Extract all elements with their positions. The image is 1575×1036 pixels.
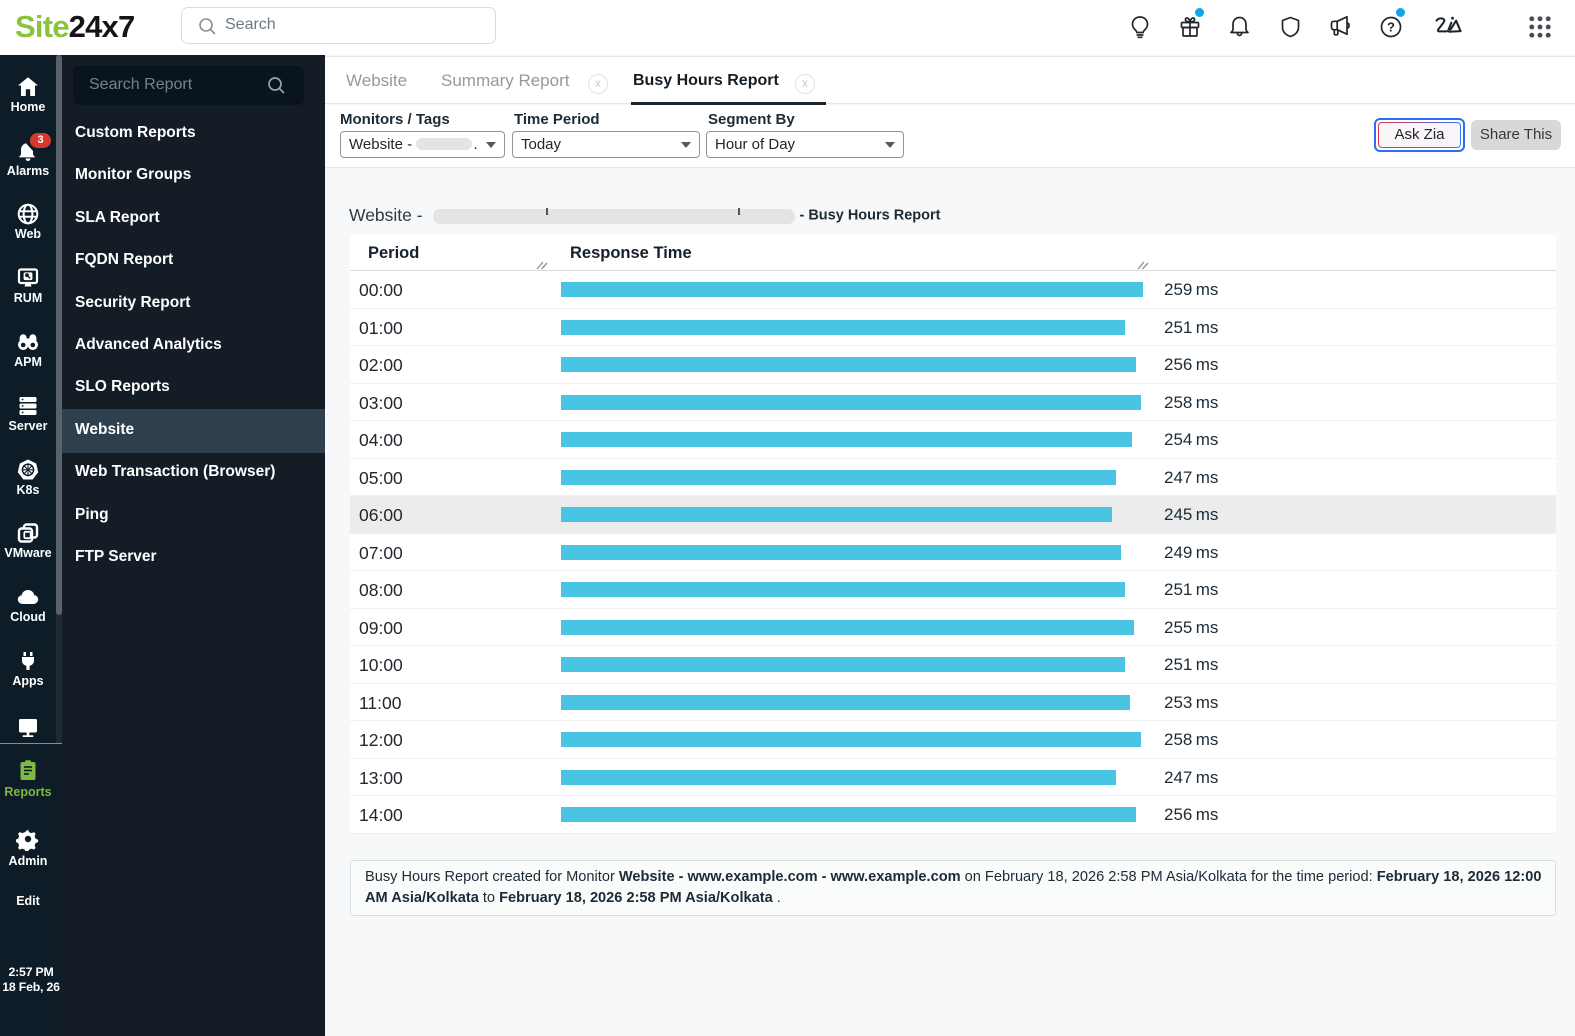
svg-text:?: ? (1387, 20, 1395, 35)
